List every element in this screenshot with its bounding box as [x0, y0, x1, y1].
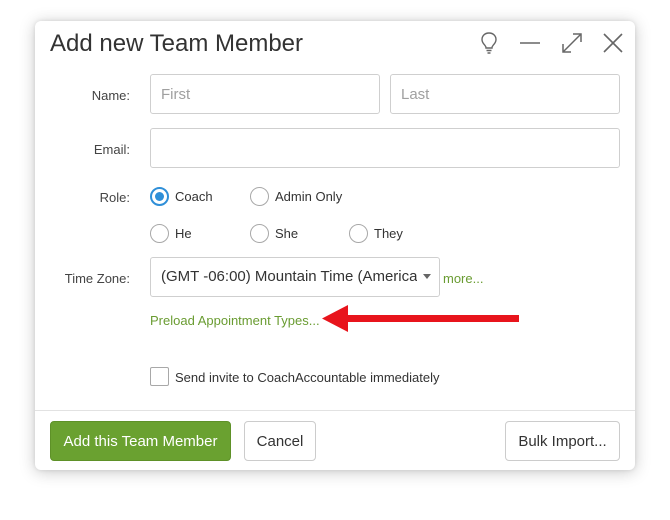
- role-coach-radio[interactable]: Coach: [150, 187, 213, 206]
- lightbulb-icon[interactable]: [475, 29, 503, 57]
- last-name-input[interactable]: [390, 74, 620, 114]
- cancel-button[interactable]: Cancel: [244, 421, 316, 461]
- annotation-arrow-icon: [322, 305, 519, 332]
- name-label: Name:: [91, 88, 130, 103]
- pronoun-they-radio[interactable]: They: [349, 224, 403, 243]
- footer-divider: [35, 410, 635, 411]
- role-label: Role:: [99, 190, 130, 205]
- close-icon[interactable]: [599, 29, 627, 57]
- timezone-select[interactable]: (GMT -06:00) Mountain Time (America/Denv…: [150, 257, 440, 297]
- email-input[interactable]: [150, 128, 620, 168]
- preload-appointment-types-link[interactable]: Preload Appointment Types...: [150, 313, 320, 328]
- pronoun-she-label: She: [275, 226, 299, 241]
- send-invite-checkbox[interactable]: [150, 367, 169, 386]
- radio-unchecked-indicator: [150, 224, 169, 243]
- role-admin-only-label: Admin Only: [275, 189, 343, 204]
- pronoun-he-radio[interactable]: He: [150, 224, 192, 243]
- radio-checked-indicator: [150, 187, 169, 206]
- role-admin-only-radio[interactable]: Admin Only: [250, 187, 342, 206]
- send-invite-label: Send invite to CoachAccountable immediat…: [175, 370, 440, 385]
- radio-unchecked-indicator: [250, 187, 269, 206]
- dialog-title: Add new Team Member: [50, 30, 304, 57]
- pronoun-he-label: He: [175, 226, 192, 241]
- dropdown-arrow-icon: [423, 274, 431, 279]
- pronoun-she-radio[interactable]: She: [250, 224, 298, 243]
- add-team-member-dialog: Add new Team Member Name: Email: Role:: [35, 21, 635, 470]
- bulk-import-button[interactable]: Bulk Import...: [505, 421, 620, 461]
- radio-unchecked-indicator: [250, 224, 269, 243]
- timezone-selected-value: (GMT -06:00) Mountain Time (America/Denv…: [161, 268, 417, 285]
- timezone-more-link[interactable]: more...: [443, 271, 483, 286]
- minimize-icon[interactable]: [516, 29, 544, 57]
- maximize-icon[interactable]: [558, 29, 586, 57]
- first-name-input[interactable]: [150, 74, 380, 114]
- pronoun-they-label: They: [374, 226, 403, 241]
- radio-unchecked-indicator: [349, 224, 368, 243]
- timezone-label: Time Zone:: [64, 271, 130, 286]
- role-coach-label: Coach: [175, 189, 213, 204]
- add-team-member-button[interactable]: Add this Team Member: [50, 421, 231, 461]
- email-label: Email:: [93, 142, 130, 157]
